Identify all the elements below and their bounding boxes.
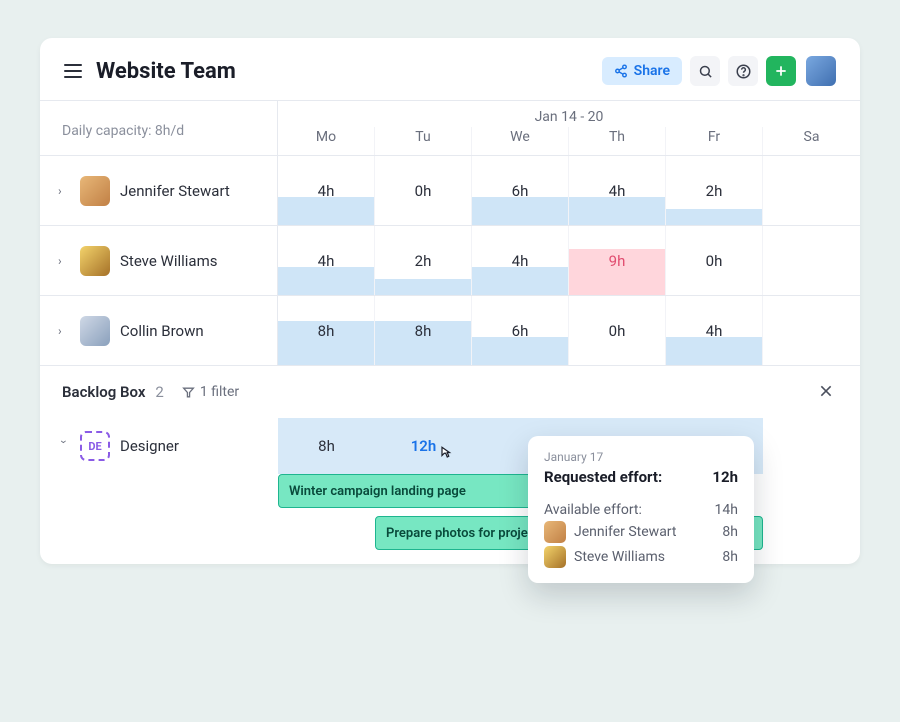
hour-cell[interactable] bbox=[763, 296, 860, 365]
avatar bbox=[544, 521, 566, 543]
day-header: Tu bbox=[375, 127, 472, 155]
person-name: Steve Williams bbox=[120, 252, 217, 270]
cursor-icon bbox=[436, 444, 454, 468]
hour-cell[interactable]: 8h bbox=[278, 296, 375, 365]
capacity-bar bbox=[472, 197, 568, 225]
popover-member-name: Jennifer Stewart bbox=[574, 524, 676, 540]
hour-cell[interactable]: 6h bbox=[472, 296, 569, 365]
hour-cell-overload[interactable]: 9h bbox=[569, 226, 666, 295]
close-icon bbox=[818, 383, 834, 399]
capacity-bar bbox=[569, 197, 665, 225]
hour-cell[interactable]: 2h bbox=[375, 226, 472, 295]
avatar bbox=[80, 316, 110, 346]
menu-icon[interactable] bbox=[64, 64, 82, 78]
hour-cell[interactable]: 6h bbox=[472, 156, 569, 225]
role-name: Designer bbox=[120, 437, 179, 455]
chevron-right-icon[interactable]: › bbox=[58, 184, 70, 198]
task-label: Winter campaign landing page bbox=[289, 484, 466, 499]
role-cell[interactable]: › DE Designer bbox=[40, 418, 278, 474]
hour-cell[interactable]: 4h bbox=[666, 296, 763, 365]
capacity-label: Daily capacity: 8h/d bbox=[40, 101, 278, 155]
help-icon bbox=[736, 64, 751, 79]
avatar bbox=[80, 176, 110, 206]
hour-cell[interactable] bbox=[763, 226, 860, 295]
task-label: Prepare photos for projects bbox=[386, 526, 546, 541]
hour-cell[interactable]: 8h bbox=[375, 296, 472, 365]
avatar bbox=[544, 546, 566, 568]
plus-icon bbox=[774, 64, 788, 78]
add-button[interactable] bbox=[766, 56, 796, 86]
person-cell[interactable]: › Collin Brown bbox=[40, 296, 278, 365]
person-name: Jennifer Stewart bbox=[120, 182, 230, 200]
day-header: We bbox=[472, 127, 569, 155]
filter-icon bbox=[182, 386, 195, 399]
popover-member-name: Steve Williams bbox=[574, 549, 665, 565]
help-button[interactable] bbox=[728, 56, 758, 86]
day-header: Sa bbox=[763, 127, 860, 155]
role-hour-cell-selected[interactable]: 12h bbox=[375, 418, 472, 474]
chevron-down-icon[interactable]: › bbox=[57, 440, 71, 452]
popover-member-hours: 8h bbox=[722, 524, 738, 540]
day-header: Th bbox=[569, 127, 666, 155]
capacity-bar bbox=[375, 279, 471, 295]
hour-cell[interactable]: 0h bbox=[569, 296, 666, 365]
chevron-right-icon[interactable]: › bbox=[58, 254, 70, 268]
role-hour-cell[interactable]: 8h bbox=[278, 418, 375, 474]
share-label: Share bbox=[634, 63, 670, 79]
filter-label: 1 filter bbox=[200, 384, 239, 400]
hour-cell[interactable]: 2h bbox=[666, 156, 763, 225]
search-button[interactable] bbox=[690, 56, 720, 86]
requested-effort-value: 12h bbox=[712, 468, 738, 486]
person-row: › Collin Brown 8h 8h 6h 0h 4h bbox=[40, 295, 860, 365]
hour-cell[interactable]: 0h bbox=[375, 156, 472, 225]
hour-cell[interactable]: 4h bbox=[569, 156, 666, 225]
close-button[interactable] bbox=[818, 380, 838, 404]
capacity-bar bbox=[666, 337, 762, 365]
avatar bbox=[80, 246, 110, 276]
person-name: Collin Brown bbox=[120, 322, 204, 340]
day-header: Fr bbox=[666, 127, 763, 155]
hour-cell[interactable]: 4h bbox=[472, 226, 569, 295]
available-effort-label: Available effort: bbox=[544, 502, 642, 518]
share-button[interactable]: Share bbox=[602, 57, 682, 85]
capacity-bar bbox=[278, 197, 374, 225]
person-row: › Jennifer Stewart 4h 0h 6h 4h 2h bbox=[40, 155, 860, 225]
hour-cell[interactable]: 4h bbox=[278, 156, 375, 225]
backlog-count: 2 bbox=[155, 383, 163, 401]
popover-member-hours: 8h bbox=[722, 549, 738, 565]
day-header: Mo bbox=[278, 127, 375, 155]
popover-date: January 17 bbox=[544, 450, 738, 464]
chevron-right-icon[interactable]: › bbox=[58, 324, 70, 338]
backlog-title: Backlog Box bbox=[62, 383, 145, 401]
page-title: Website Team bbox=[96, 59, 602, 84]
available-effort-value: 14h bbox=[715, 502, 738, 518]
week-range: Jan 14 - 20 bbox=[278, 101, 860, 127]
user-avatar[interactable] bbox=[806, 56, 836, 86]
effort-popover: January 17 Requested effort: 12h Availab… bbox=[528, 436, 754, 583]
filter-button[interactable]: 1 filter bbox=[182, 384, 239, 400]
role-hour-cell[interactable] bbox=[763, 418, 860, 474]
capacity-bar bbox=[666, 209, 762, 225]
person-cell[interactable]: › Jennifer Stewart bbox=[40, 156, 278, 225]
backlog-header: Backlog Box 2 1 filter bbox=[40, 365, 860, 418]
capacity-bar bbox=[472, 337, 568, 365]
capacity-bar bbox=[472, 267, 568, 295]
share-icon bbox=[614, 64, 628, 78]
hour-cell[interactable]: 0h bbox=[666, 226, 763, 295]
hour-cell[interactable] bbox=[763, 156, 860, 225]
hour-cell[interactable]: 4h bbox=[278, 226, 375, 295]
person-cell[interactable]: › Steve Williams bbox=[40, 226, 278, 295]
role-badge: DE bbox=[80, 431, 110, 461]
requested-effort-label: Requested effort: bbox=[544, 468, 662, 486]
capacity-bar bbox=[278, 267, 374, 295]
person-row: › Steve Williams 4h 2h 4h 9h 0h bbox=[40, 225, 860, 295]
search-icon bbox=[698, 64, 713, 79]
